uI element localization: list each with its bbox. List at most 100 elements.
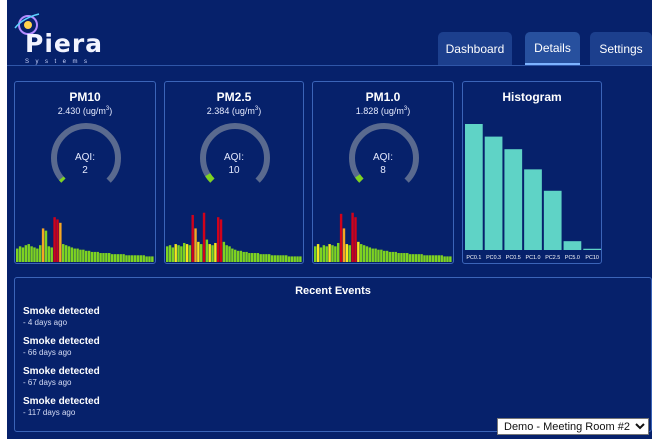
history-bar xyxy=(290,256,294,262)
history-bar xyxy=(345,244,349,262)
recent-events-title: Recent Events xyxy=(295,285,371,297)
history-bar xyxy=(85,250,88,262)
history-bar xyxy=(406,253,409,262)
history-bar xyxy=(82,249,85,262)
history-bar xyxy=(429,255,432,262)
tab-dashboard[interactable]: Dashboard xyxy=(438,32,512,65)
history-bar xyxy=(242,251,245,262)
history-bar xyxy=(296,256,299,262)
history-bar xyxy=(420,254,423,262)
history-bar xyxy=(44,230,48,262)
history-bar xyxy=(285,255,288,262)
histogram-card: Histogram PC0.1 PC0.3 PC0.5 PC1.0 PC2.5 PC5.0… xyxy=(462,81,602,264)
history-bar xyxy=(394,251,397,262)
history-bar xyxy=(64,245,68,262)
history-bar xyxy=(87,250,91,262)
history-bar xyxy=(383,250,386,262)
history-bar xyxy=(245,251,248,262)
event-item: Smoke detected - 66 days ago xyxy=(23,336,223,357)
histogram-tick-label: PC0.5 xyxy=(506,255,521,261)
histogram-title: Histogram xyxy=(502,90,562,104)
history-bar xyxy=(102,253,105,262)
history-bar xyxy=(331,245,334,262)
history-bar xyxy=(105,253,108,262)
history-bar xyxy=(131,255,134,262)
history-bar xyxy=(119,254,122,262)
history-bar xyxy=(362,245,366,262)
event-time: - 4 days ago xyxy=(23,318,68,327)
history-bar xyxy=(434,255,438,262)
header-divider xyxy=(7,65,652,66)
history-bar xyxy=(374,248,377,262)
history-bar xyxy=(47,246,51,262)
history-bar xyxy=(228,246,231,262)
history-bar xyxy=(437,255,441,262)
history-bar xyxy=(342,228,346,262)
history-bar xyxy=(426,255,429,262)
history-bar xyxy=(219,219,223,262)
event-time: - 117 days ago xyxy=(23,408,76,417)
history-bar xyxy=(431,255,435,262)
recent-events-panel: Recent Events Smoke detected - 4 days ag… xyxy=(14,277,652,432)
history-bar xyxy=(316,244,320,262)
aqi-label: AQI: xyxy=(372,152,393,163)
history-bar xyxy=(403,253,406,262)
tab-settings[interactable]: Settings xyxy=(590,32,652,65)
location-select[interactable]: Demo - Meeting Room #2 xyxy=(497,418,649,435)
history-bar xyxy=(273,255,277,262)
history-bar xyxy=(293,256,296,262)
pm25-card: PM2.5 2.384 (ug/m3) AQI: 10 xyxy=(164,81,304,264)
history-bar xyxy=(16,248,19,262)
history-bar xyxy=(62,244,65,262)
event-title: Smoke detected xyxy=(23,396,100,407)
history-bar xyxy=(282,255,285,262)
history-bar xyxy=(449,256,452,262)
history-bar xyxy=(56,219,59,262)
history-bar xyxy=(214,242,217,262)
event-item: Smoke detected - 117 days ago xyxy=(23,396,223,417)
history-bar xyxy=(183,242,186,262)
event-time: - 67 days ago xyxy=(23,378,72,387)
history-bar xyxy=(185,244,189,262)
aqi-value: 2 xyxy=(82,165,88,176)
event-title: Smoke detected xyxy=(23,306,100,317)
gauge-fill xyxy=(355,174,364,183)
history-bar xyxy=(113,254,117,262)
history-bar xyxy=(128,255,131,262)
history-bar xyxy=(53,217,56,262)
history-bar xyxy=(197,241,200,262)
history-bar xyxy=(96,251,99,262)
history-bar xyxy=(423,255,426,262)
history-bar xyxy=(388,251,392,262)
history-bar xyxy=(417,254,420,262)
pm1-card: PM1.0 1.828 (ug/m3) AQI: 8 xyxy=(312,81,454,264)
histogram-bar xyxy=(504,149,523,250)
histogram-bar xyxy=(583,248,601,250)
histogram-tick-label: PC2.5 xyxy=(545,255,560,261)
history-bar xyxy=(90,251,94,262)
aqi-label: AQI: xyxy=(74,152,95,163)
histogram-bar xyxy=(563,241,582,250)
pm1-history-chart xyxy=(314,212,452,262)
history-bar xyxy=(151,256,154,262)
tab-details[interactable]: Details xyxy=(525,32,580,65)
history-bar xyxy=(319,247,323,262)
history-bar xyxy=(200,244,203,262)
histogram-bar xyxy=(484,136,503,250)
history-bar xyxy=(136,255,140,262)
history-bar xyxy=(256,253,260,262)
history-bar xyxy=(299,256,302,262)
history-bar xyxy=(251,253,254,262)
histogram-bar xyxy=(524,169,542,250)
history-bar xyxy=(76,248,79,262)
history-bar xyxy=(205,239,209,262)
history-bar xyxy=(139,255,143,262)
histogram-bar xyxy=(543,190,562,250)
history-bar xyxy=(328,244,331,262)
history-bar xyxy=(253,253,257,262)
history-bar xyxy=(248,253,251,262)
history-bar xyxy=(368,247,372,262)
history-bar xyxy=(337,242,340,262)
history-bar xyxy=(365,246,369,262)
histogram-tick-label: PC10 xyxy=(585,255,599,261)
